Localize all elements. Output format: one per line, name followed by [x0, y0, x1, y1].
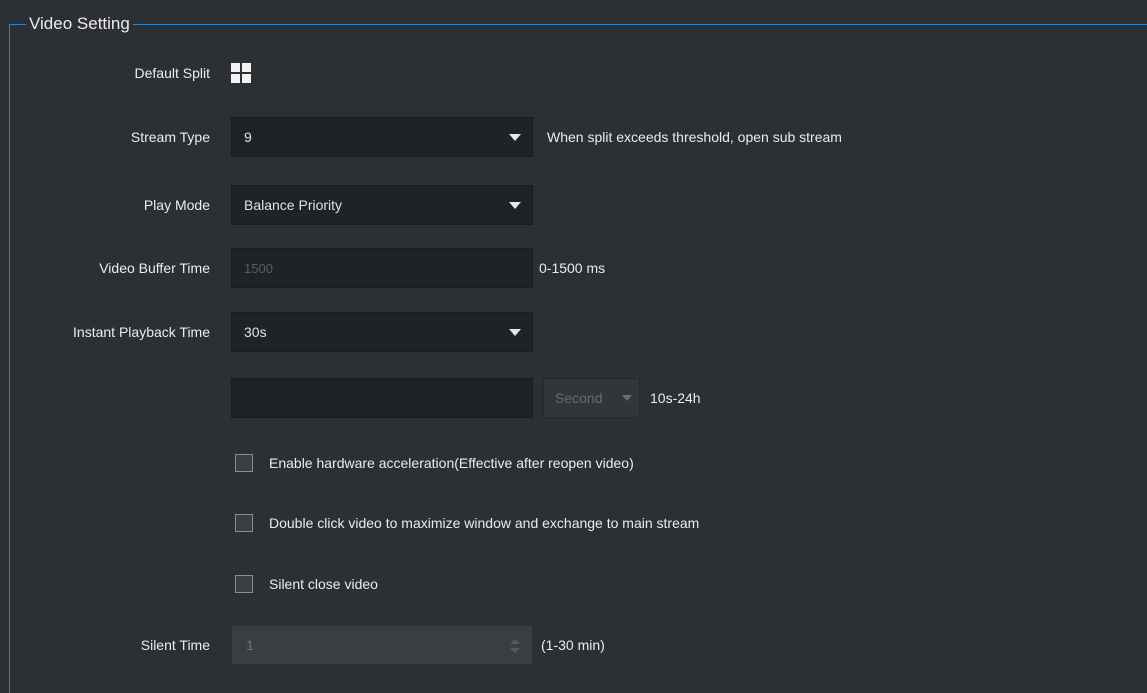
video-buffer-time-input[interactable]: 1500	[231, 248, 533, 288]
chevron-down-icon	[509, 134, 521, 141]
hardware-acceleration-checkbox-row[interactable]: Enable hardware acceleration(Effective a…	[235, 454, 634, 472]
custom-playback-row: Second 10s-24h	[0, 378, 1147, 418]
double-click-maximize-checkbox-row[interactable]: Double click video to maximize window an…	[235, 514, 699, 532]
silent-close-video-checkbox-row[interactable]: Silent close video	[235, 575, 378, 593]
play-mode-value: Balance Priority	[244, 197, 343, 213]
video-buffer-time-label: Video Buffer Time	[99, 260, 210, 276]
stream-type-select[interactable]: 9	[231, 117, 533, 157]
custom-playback-unit-select[interactable]: Second	[543, 378, 640, 418]
instant-playback-time-select[interactable]: 30s	[231, 312, 533, 352]
stream-type-hint: When split exceeds threshold, open sub s…	[547, 129, 842, 145]
instant-playback-time-row: Instant Playback Time 30s	[0, 312, 1147, 352]
silent-time-spinbox[interactable]: 1	[231, 625, 533, 665]
group-title: Video Setting	[26, 14, 133, 34]
silent-time-control: 1 (1-30 min)	[231, 625, 605, 665]
grid-2x2-icon[interactable]	[231, 63, 251, 83]
default-split-control	[231, 63, 251, 83]
double-click-maximize-checkbox[interactable]	[235, 514, 253, 532]
custom-playback-control: Second 10s-24h	[231, 378, 701, 418]
silent-time-value: 1	[246, 637, 254, 653]
custom-playback-hint: 10s-24h	[650, 390, 701, 406]
play-mode-control: Balance Priority	[231, 185, 533, 225]
chevron-down-icon	[622, 395, 632, 401]
video-buffer-time-hint: 0-1500 ms	[539, 260, 606, 276]
double-click-maximize-label: Double click video to maximize window an…	[269, 515, 700, 531]
hardware-acceleration-checkbox[interactable]	[235, 454, 253, 472]
video-buffer-time-placeholder: 1500	[244, 260, 273, 276]
play-mode-label: Play Mode	[143, 197, 210, 213]
play-mode-row: Play Mode Balance Priority	[0, 185, 1147, 225]
instant-playback-time-value: 30s	[244, 324, 267, 340]
video-buffer-time-control: 1500 0-1500 ms	[231, 248, 605, 288]
stream-type-value: 9	[244, 129, 252, 145]
chevron-down-icon	[509, 202, 521, 209]
default-split-label: Default Split	[134, 65, 210, 81]
stream-type-row: Stream Type 9 When split exceeds thresho…	[0, 117, 1147, 157]
video-settings-panel: Video Setting Default Split Stream Type …	[0, 0, 1147, 693]
stream-type-control: 9 When split exceeds threshold, open sub…	[231, 117, 842, 157]
silent-time-row: Silent Time 1 (1-30 min)	[0, 625, 1147, 665]
silent-time-label: Silent Time	[140, 637, 210, 653]
play-mode-select[interactable]: Balance Priority	[231, 185, 533, 225]
hardware-acceleration-label: Enable hardware acceleration(Effective a…	[269, 455, 634, 471]
video-buffer-time-row: Video Buffer Time 1500 0-1500 ms	[0, 248, 1147, 288]
instant-playback-time-label: Instant Playback Time	[73, 324, 210, 340]
default-split-row: Default Split	[0, 53, 1147, 93]
silent-time-hint: (1-30 min)	[541, 637, 605, 653]
chevron-down-icon	[509, 329, 521, 336]
silent-close-video-checkbox[interactable]	[235, 575, 253, 593]
custom-playback-input[interactable]	[231, 378, 533, 418]
spin-arrows-icon[interactable]	[510, 639, 520, 653]
stream-type-label: Stream Type	[130, 129, 210, 145]
instant-playback-time-control: 30s	[231, 312, 533, 352]
silent-close-video-label: Silent close video	[269, 576, 378, 592]
custom-playback-unit: Second	[555, 390, 603, 406]
